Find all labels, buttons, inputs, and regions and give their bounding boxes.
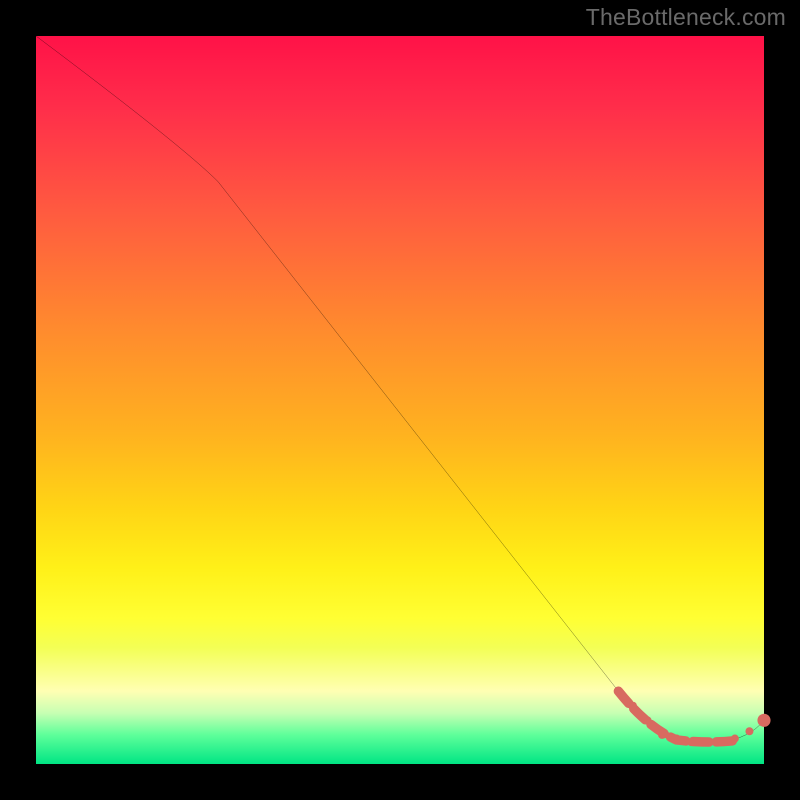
- marker-dot: [757, 714, 770, 727]
- marker-dot: [644, 716, 652, 724]
- chart-stage: TheBottleneck.com: [0, 0, 800, 800]
- marker-dot: [745, 727, 753, 735]
- marker-dot: [731, 735, 739, 743]
- marker-dot: [614, 687, 622, 695]
- marker-dot: [658, 731, 666, 739]
- flat-marker-segment: [618, 691, 734, 742]
- chart-svg: [36, 36, 764, 764]
- plot-area: [36, 36, 764, 764]
- watermark-text: TheBottleneck.com: [586, 4, 786, 31]
- marker-dot: [687, 738, 695, 746]
- marker-dot: [673, 735, 681, 743]
- marker-dot: [716, 738, 724, 746]
- curve-line: [36, 36, 764, 742]
- marker-dot: [629, 702, 637, 710]
- marker-dot: [702, 738, 710, 746]
